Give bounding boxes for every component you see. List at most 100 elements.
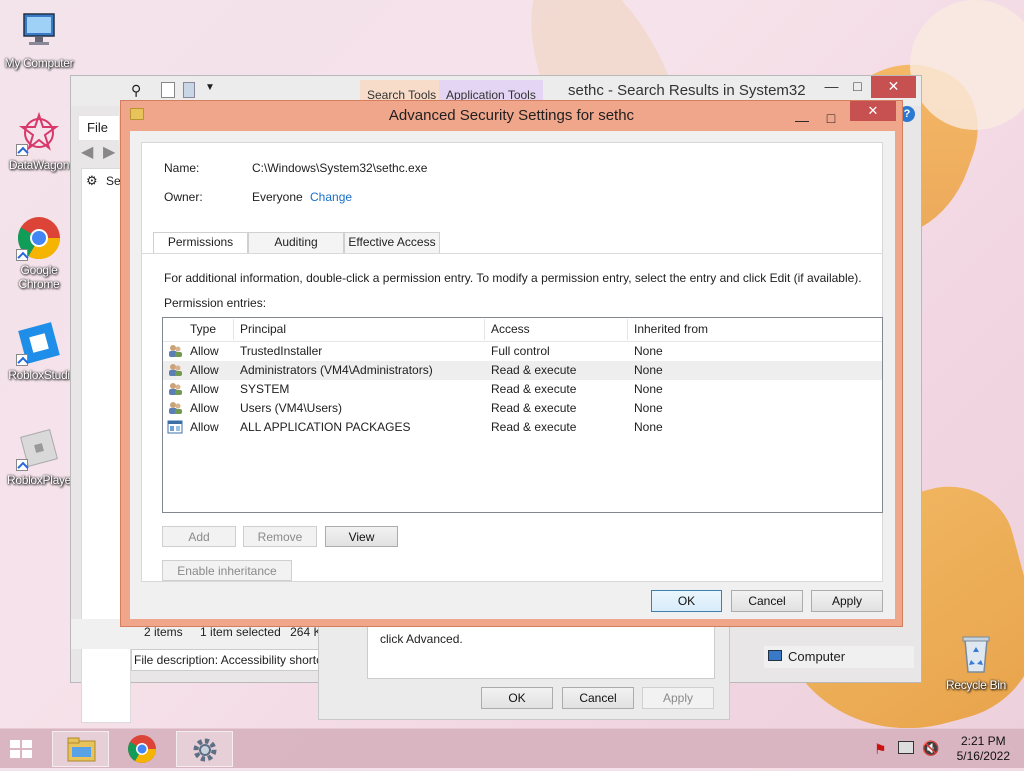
- tab-auditing[interactable]: Auditing: [248, 232, 344, 253]
- entry-principal: TrustedInstaller: [240, 344, 323, 358]
- desktop-icon-datawagon[interactable]: DataWagon: [0, 110, 78, 172]
- network-icon[interactable]: [898, 741, 914, 754]
- chevron-down-icon[interactable]: ▼: [205, 82, 215, 93]
- entry-type: Allow: [190, 382, 219, 396]
- remove-button[interactable]: Remove: [243, 526, 317, 547]
- table-row[interactable]: Allow Users (VM4\Users) Read & execute N…: [163, 399, 882, 418]
- close-button[interactable]: ✕: [871, 76, 916, 98]
- desktop-icon-label: Google Chrome: [18, 263, 60, 291]
- list-header: Type Principal Access Inherited from: [163, 318, 882, 342]
- start-button[interactable]: [8, 738, 40, 760]
- file-description: File description: Accessibility shortc: [131, 649, 331, 671]
- apply-button[interactable]: Apply: [811, 590, 883, 612]
- nav-item-search[interactable]: Se: [106, 174, 121, 188]
- properties-apply-button[interactable]: Apply: [642, 687, 714, 709]
- datawagon-icon: [16, 110, 62, 156]
- entry-access: Read & execute: [491, 363, 577, 377]
- taskbar-file-explorer[interactable]: [52, 731, 109, 767]
- tab-effective-access[interactable]: Effective Access: [344, 232, 440, 253]
- entry-principal: Administrators (VM4\Administrators): [240, 363, 433, 377]
- permissions-panel: Name: C:\Windows\System32\sethc.exe Owne…: [141, 142, 883, 582]
- entry-principal: ALL APPLICATION PACKAGES: [240, 420, 411, 434]
- taskbar-settings[interactable]: [176, 731, 233, 767]
- dialog-titlebar[interactable]: Advanced Security Settings for sethc — □…: [121, 101, 902, 131]
- wallpaper-petal: [910, 0, 1024, 130]
- view-button[interactable]: View: [325, 526, 398, 547]
- computer-location: Computer: [764, 646, 914, 668]
- computer-label: Computer: [788, 649, 846, 664]
- close-button[interactable]: ✕: [850, 101, 896, 121]
- volume-muted-icon[interactable]: 🔇: [922, 740, 939, 757]
- entry-access: Read & execute: [491, 420, 577, 434]
- properties-text: click Advanced.: [380, 632, 463, 646]
- entry-type: Allow: [190, 420, 219, 434]
- column-principal[interactable]: Principal: [240, 322, 286, 336]
- recycle-bin-icon: [953, 630, 999, 676]
- users-icon: [167, 362, 183, 378]
- properties-icon[interactable]: [161, 82, 175, 98]
- table-row[interactable]: Allow SYSTEM Read & execute None: [163, 380, 882, 399]
- desktop-icon-label: My Computer: [4, 56, 74, 70]
- chrome-icon: [128, 735, 156, 763]
- owner-label: Owner:: [164, 190, 203, 204]
- file-tab[interactable]: File: [79, 116, 119, 140]
- system-clock[interactable]: 2:21 PM 5/16/2022: [957, 734, 1010, 764]
- owner-value: Everyone: [252, 190, 303, 204]
- gear-icon: ⚙: [86, 173, 98, 188]
- action-center-flag-icon[interactable]: ⚑: [874, 741, 887, 758]
- status-items: 2 items: [144, 625, 183, 639]
- column-type[interactable]: Type: [190, 322, 216, 336]
- back-arrow-icon[interactable]: ◀: [81, 142, 93, 162]
- permission-entries-list[interactable]: Type Principal Access Inherited from All…: [162, 317, 883, 513]
- desktop-icon-my-computer[interactable]: My Computer: [0, 8, 78, 70]
- taskbar-chrome[interactable]: [114, 731, 171, 767]
- desktop-icon-roblox-player[interactable]: RobloxPlaye: [0, 425, 78, 487]
- dialog-client: Name: C:\Windows\System32\sethc.exe Owne…: [130, 131, 895, 619]
- users-icon: [167, 400, 183, 416]
- desktop-icon-recycle-bin[interactable]: Recycle Bin: [937, 630, 1015, 692]
- dialog-title: Advanced Security Settings for sethc: [388, 107, 635, 124]
- permission-entries-label: Permission entries:: [164, 296, 267, 310]
- folder-icon: [130, 108, 144, 120]
- entry-inherited: None: [634, 363, 663, 377]
- advanced-security-dialog[interactable]: Advanced Security Settings for sethc — □…: [120, 100, 903, 627]
- new-folder-icon[interactable]: [183, 82, 195, 98]
- windows-logo-icon: [10, 740, 32, 758]
- cancel-button[interactable]: Cancel: [731, 590, 803, 612]
- tab-divider: [142, 253, 882, 254]
- entry-type: Allow: [190, 344, 219, 358]
- desktop-icon-label: RobloxStudi: [8, 368, 70, 382]
- maximize-button[interactable]: □: [816, 103, 846, 133]
- taskbar: ⚑ 🔇 2:21 PM 5/16/2022: [0, 728, 1024, 768]
- search-icon[interactable]: ⚲: [131, 82, 141, 99]
- enable-inheritance-button[interactable]: Enable inheritance: [162, 560, 292, 581]
- chrome-icon: [16, 215, 62, 261]
- column-divider[interactable]: [627, 319, 628, 340]
- app-packages-icon: [167, 419, 183, 435]
- desktop-icon-google-chrome[interactable]: Google Chrome: [0, 215, 78, 291]
- forward-arrow-icon[interactable]: ▶: [103, 142, 115, 162]
- add-button[interactable]: Add: [162, 526, 236, 547]
- column-inherited-from[interactable]: Inherited from: [634, 322, 708, 336]
- roblox-studio-icon: [16, 320, 62, 366]
- roblox-player-icon: [16, 425, 62, 471]
- desktop-icon-roblox-studio[interactable]: RobloxStudi: [0, 320, 78, 382]
- name-value: C:\Windows\System32\sethc.exe: [252, 161, 428, 175]
- computer-icon: [768, 650, 782, 661]
- column-divider[interactable]: [484, 319, 485, 340]
- column-access[interactable]: Access: [491, 322, 530, 336]
- status-selected: 1 item selected: [200, 625, 281, 639]
- column-divider[interactable]: [233, 319, 234, 340]
- file-explorer-icon: [67, 737, 96, 762]
- table-row[interactable]: Allow TrustedInstaller Full control None: [163, 342, 882, 361]
- entry-access: Full control: [491, 344, 550, 358]
- table-row[interactable]: Allow Administrators (VM4\Administrators…: [163, 361, 882, 380]
- properties-cancel-button[interactable]: Cancel: [562, 687, 634, 709]
- ok-button[interactable]: OK: [651, 590, 722, 612]
- entry-principal: Users (VM4\Users): [240, 401, 343, 415]
- tab-permissions[interactable]: Permissions: [153, 232, 248, 254]
- table-row[interactable]: Allow ALL APPLICATION PACKAGES Read & ex…: [163, 418, 882, 437]
- properties-ok-button[interactable]: OK: [481, 687, 553, 709]
- entry-access: Read & execute: [491, 382, 577, 396]
- owner-change-link[interactable]: Change: [310, 190, 352, 204]
